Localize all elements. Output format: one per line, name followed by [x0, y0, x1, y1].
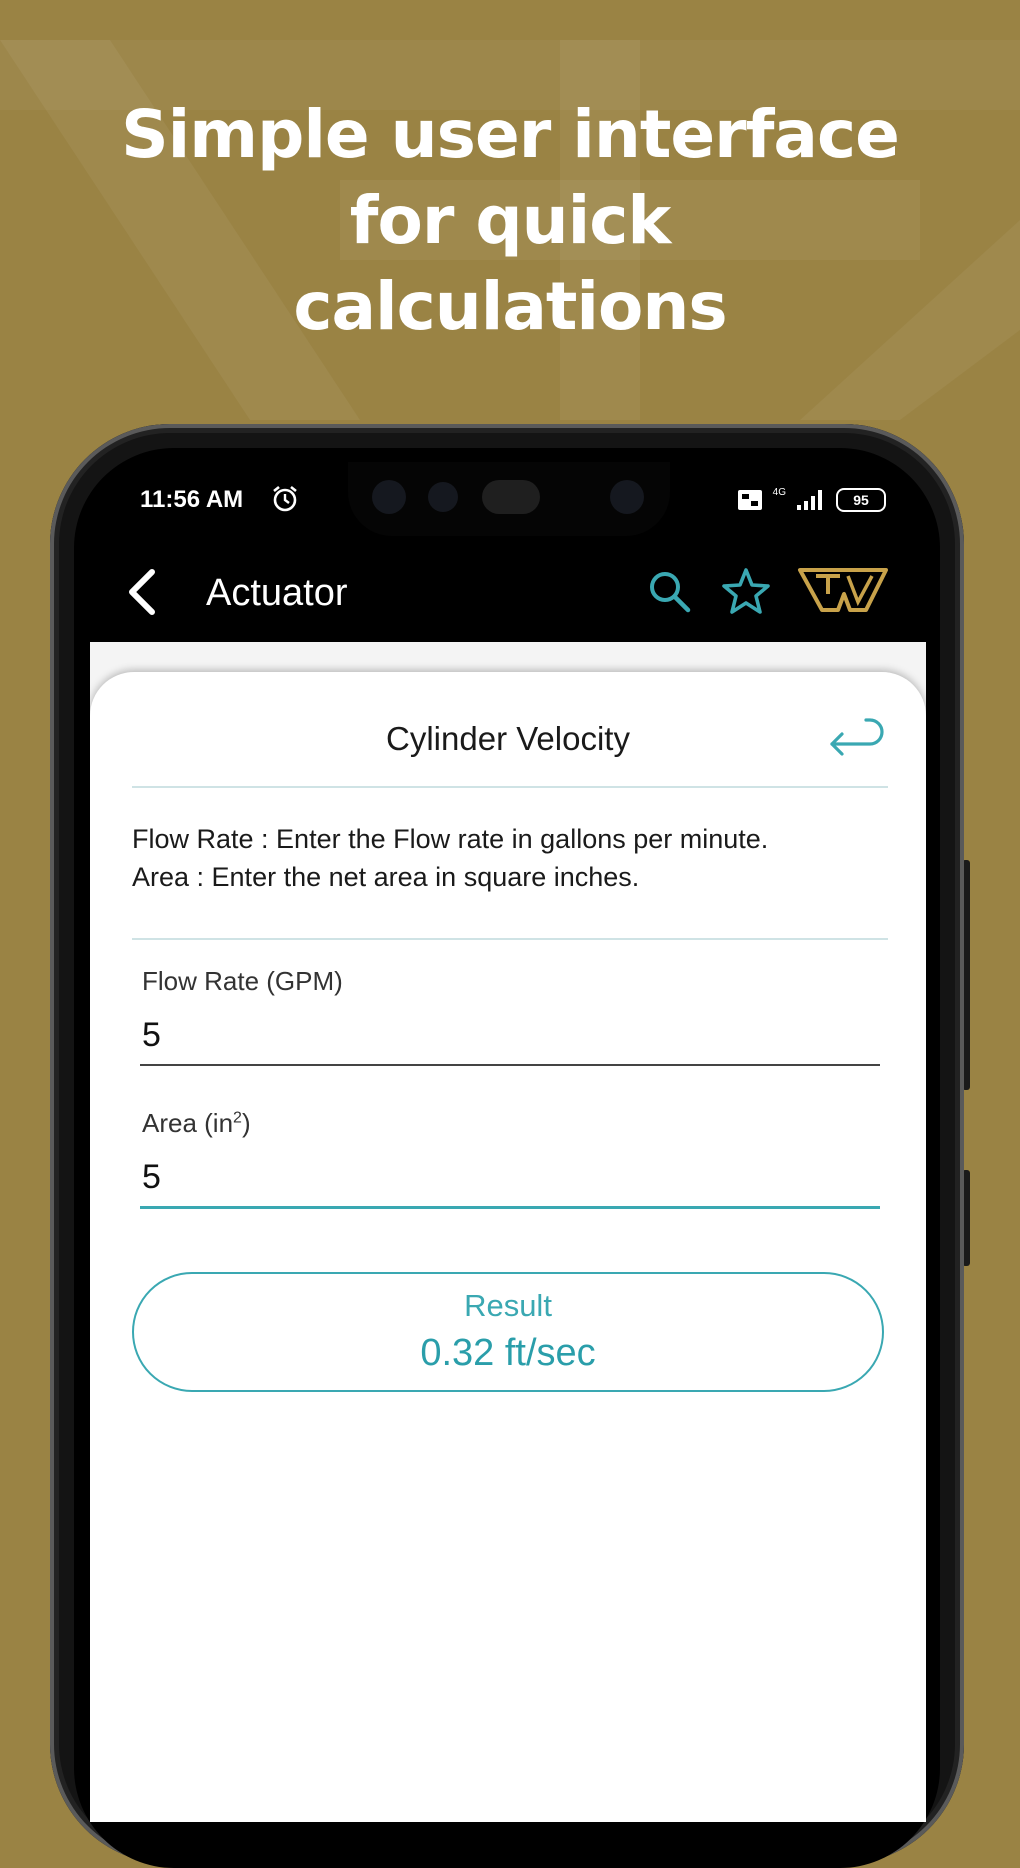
- result-button[interactable]: Result 0.32 ft/sec: [132, 1272, 884, 1392]
- star-icon[interactable]: [718, 564, 774, 620]
- screen-record-icon: [737, 490, 762, 510]
- result-value: 0.32 ft/sec: [420, 1332, 596, 1374]
- headline-line-1: Simple user interface: [121, 96, 900, 173]
- help-line-flow: Flow Rate : Enter the Flow rate in gallo…: [132, 824, 769, 854]
- page-title: Actuator: [206, 572, 348, 614]
- calculator-title: Cylinder Velocity: [386, 720, 630, 757]
- flow-rate-label: Flow Rate (GPM): [142, 966, 343, 996]
- help-text: Flow Rate : Enter the Flow rate in gallo…: [132, 820, 892, 896]
- network-type: 4G: [772, 486, 786, 498]
- help-divider: [132, 938, 888, 940]
- return-icon[interactable]: [822, 714, 886, 768]
- alarm-icon: [273, 485, 297, 512]
- status-time: 11:56 AM: [140, 486, 244, 513]
- headline-line-2: for quick: [349, 182, 671, 259]
- back-arrow-icon[interactable]: [116, 564, 172, 620]
- area-label: Area (in2): [142, 1108, 251, 1139]
- result-label: Result: [464, 1288, 552, 1323]
- headline-line-3: calculations: [293, 268, 727, 345]
- help-line-area: Area : Enter the net area in square inch…: [132, 862, 640, 892]
- search-icon[interactable]: [644, 566, 696, 618]
- flow-rate-underline: [140, 1064, 880, 1066]
- status-indicators: 4G 95: [737, 486, 886, 512]
- sensor-dot: [428, 482, 458, 512]
- battery-icon: 95: [836, 488, 886, 512]
- flow-rate-input[interactable]: [140, 1006, 884, 1064]
- calculator-card: Cylinder Velocity Flow Rate : Enter the …: [90, 672, 926, 1822]
- area-input[interactable]: [140, 1148, 884, 1206]
- area-label-close: ): [241, 1108, 251, 1138]
- area-label-text: Area (in: [142, 1108, 234, 1138]
- content-area: Cylinder Velocity Flow Rate : Enter the …: [90, 642, 926, 1822]
- title-divider: [132, 786, 888, 788]
- area-underline: [140, 1206, 880, 1209]
- brand-logo-icon[interactable]: [796, 564, 890, 614]
- front-camera-left: [372, 480, 406, 514]
- signal-icon: [797, 490, 822, 510]
- phone-screen: 11:56 AM 4G 95 Actuator Cylinder Velocit…: [90, 462, 926, 1822]
- earpiece-speaker: [482, 480, 540, 514]
- marketing-headline: Simple user interface for quick calculat…: [0, 92, 1020, 350]
- front-camera-right: [610, 480, 644, 514]
- area-label-exponent: 2: [233, 1109, 242, 1127]
- status-bar: 11:56 AM 4G 95: [90, 462, 926, 542]
- camera-notch: [348, 462, 670, 536]
- app-bar: Actuator: [90, 542, 926, 642]
